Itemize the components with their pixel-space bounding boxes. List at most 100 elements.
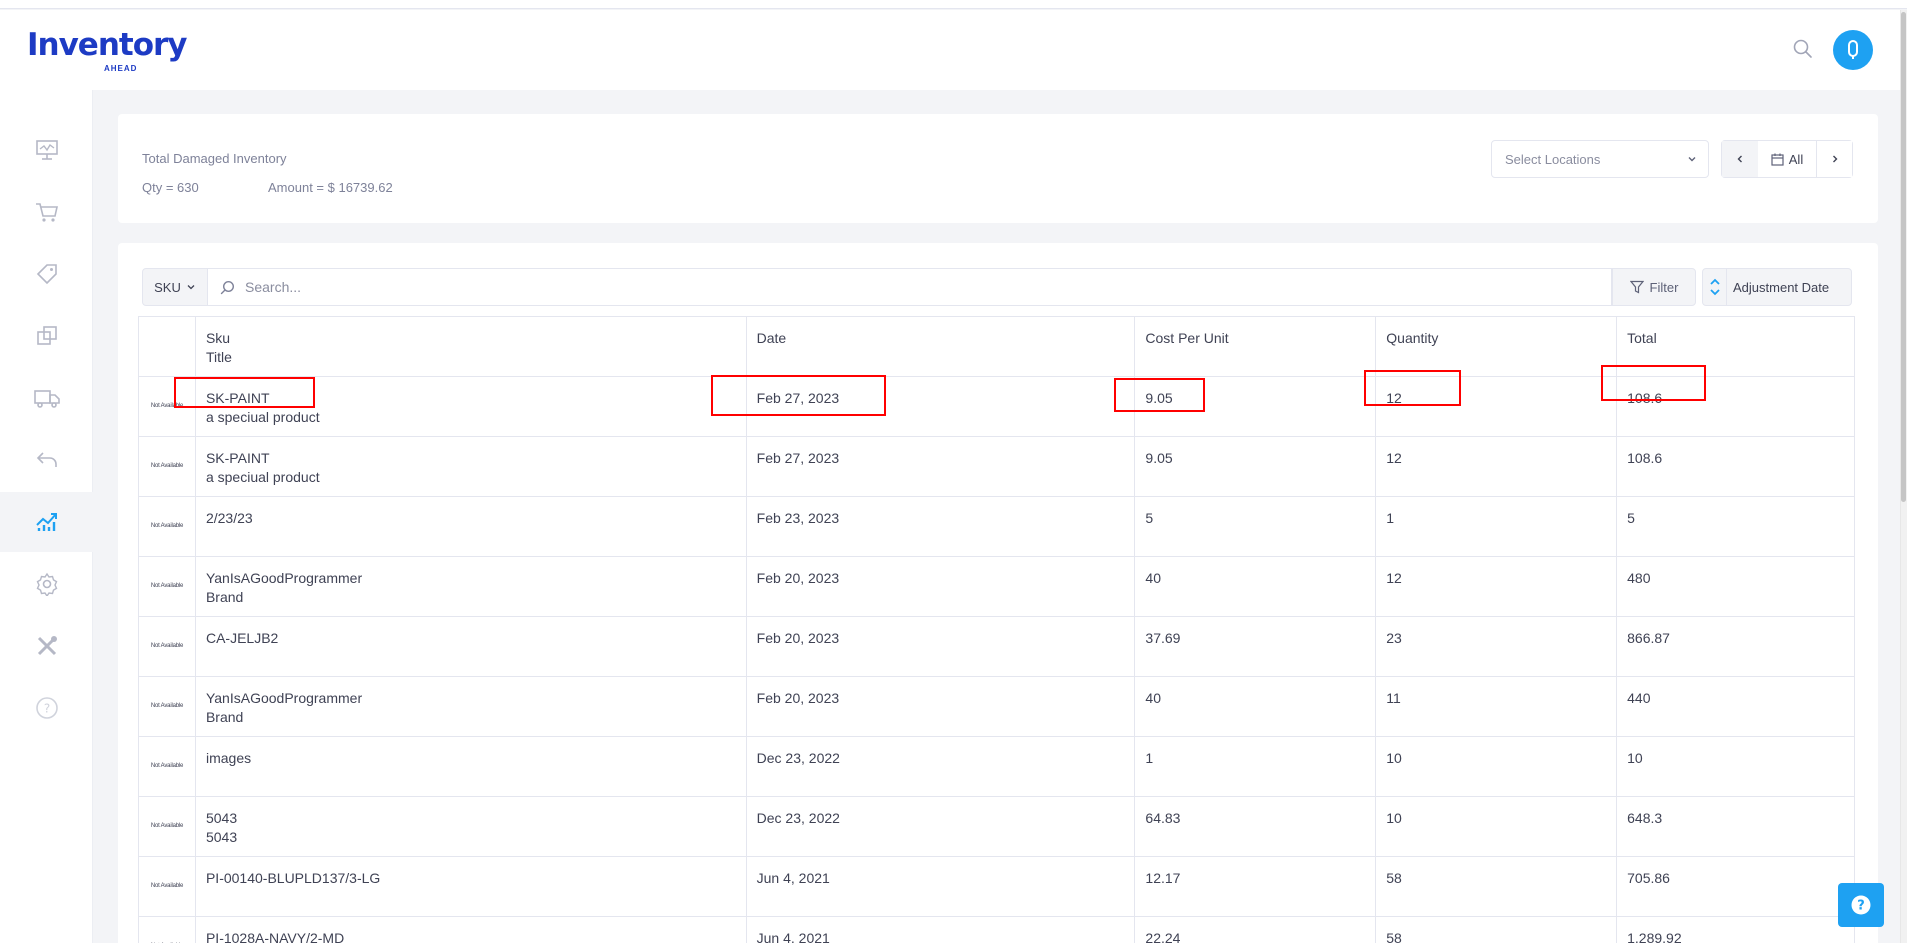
sidebar-item-orders[interactable] bbox=[0, 182, 93, 242]
cell-date: Feb 20, 2023 bbox=[747, 617, 1136, 676]
help-icon: ? bbox=[1851, 895, 1871, 915]
sidebar-item-returns[interactable] bbox=[0, 430, 93, 490]
prev-period-button[interactable] bbox=[1722, 141, 1758, 177]
cell-cost: 9.05 bbox=[1135, 437, 1377, 496]
cell-sku[interactable]: CA-JELJB2 bbox=[206, 629, 736, 648]
period-label: All bbox=[1788, 151, 1804, 167]
header-image bbox=[139, 317, 196, 376]
table-row[interactable]: Not Available SK-PAINT a speciual product F… bbox=[139, 377, 1855, 437]
sidebar-item-products[interactable] bbox=[0, 244, 93, 304]
damaged-inventory-card: SKU Filter Adjustment Date Sku Title Dat… bbox=[118, 243, 1878, 943]
cell-sku[interactable]: SK-PAINT bbox=[206, 389, 736, 408]
product-image-placeholder: Not Available bbox=[139, 617, 196, 676]
table-row[interactable]: Not Available 2/23/23 Feb 23, 2023 5 1 5 bbox=[139, 497, 1855, 557]
product-image-placeholder: Not Available bbox=[139, 377, 196, 436]
header-date[interactable]: Date bbox=[747, 317, 1136, 376]
user-icon bbox=[1848, 40, 1858, 59]
search-icon bbox=[220, 280, 235, 294]
chevron-right-icon bbox=[1832, 155, 1837, 163]
cell-date: Feb 27, 2023 bbox=[747, 377, 1136, 436]
cell-sku-title: images bbox=[196, 737, 747, 796]
settings-icon bbox=[36, 572, 57, 596]
cell-quantity: 12 bbox=[1376, 557, 1618, 616]
cell-date: Feb 20, 2023 bbox=[747, 677, 1136, 736]
cell-title: a speciual product bbox=[205, 469, 320, 485]
brand-logo[interactable]: Inventory AHEAD bbox=[27, 28, 188, 73]
header-total[interactable]: Total bbox=[1617, 317, 1855, 376]
top-header: Inventory AHEAD bbox=[0, 10, 1907, 90]
sidebar-item-dashboard[interactable] bbox=[0, 120, 93, 180]
sort-label: Adjustment Date bbox=[1733, 279, 1830, 295]
cell-sku-title: CA-JELJB2 bbox=[196, 617, 747, 676]
cell-cost: 22.24 bbox=[1135, 917, 1377, 943]
brand-tagline: AHEAD bbox=[104, 64, 138, 73]
page-scrollbar-thumb[interactable] bbox=[1901, 12, 1906, 502]
table-row[interactable]: Not Available PI-00140-BLUPLD137/3-LG Jun … bbox=[139, 857, 1855, 917]
table-row[interactable]: Not Available YanIsAGoodProgrammer Brand Fe… bbox=[139, 557, 1855, 617]
cell-total: 480 bbox=[1617, 557, 1855, 616]
table-row[interactable]: Not Available PI-1028A-NAVY/2-MD Jun 4, 20… bbox=[139, 917, 1855, 943]
product-image-placeholder: Not Available bbox=[139, 857, 196, 916]
cell-total: 648.3 bbox=[1617, 797, 1855, 856]
cell-sku[interactable]: YanIsAGoodProgrammer bbox=[206, 689, 736, 708]
cell-cost: 40 bbox=[1135, 677, 1377, 736]
help-chat-button[interactable]: ? bbox=[1838, 883, 1884, 927]
search-input[interactable] bbox=[245, 279, 1545, 295]
cell-cost: 64.83 bbox=[1135, 797, 1377, 856]
chevron-left-icon bbox=[1737, 155, 1742, 163]
tools-icon bbox=[37, 636, 57, 656]
sidebar-item-settings[interactable] bbox=[0, 554, 93, 614]
filter-button[interactable]: Filter bbox=[1612, 268, 1696, 306]
header-quantity[interactable]: Quantity bbox=[1376, 317, 1618, 376]
table-header-row: Sku Title Date Cost Per Unit Quantity To… bbox=[139, 317, 1855, 377]
search-icon[interactable] bbox=[1792, 38, 1814, 60]
table-row[interactable]: Not Available CA-JELJB2 Feb 20, 2023 37.69 2… bbox=[139, 617, 1855, 677]
header-sku-title[interactable]: Sku Title bbox=[196, 317, 747, 376]
header-cost[interactable]: Cost Per Unit bbox=[1135, 317, 1377, 376]
sidebar-item-inventory[interactable] bbox=[0, 306, 93, 366]
cell-date: Jun 4, 2021 bbox=[747, 917, 1136, 943]
product-image-placeholder: Not Available bbox=[139, 677, 196, 736]
svg-text:?: ? bbox=[43, 702, 49, 716]
next-period-button[interactable] bbox=[1816, 141, 1852, 177]
cell-quantity: 58 bbox=[1376, 917, 1618, 943]
location-select-placeholder: Select Locations bbox=[1505, 151, 1601, 167]
calendar-icon bbox=[1771, 153, 1784, 166]
summary-card: Total Damaged Inventory Qty = 630 Amount… bbox=[118, 114, 1878, 223]
cell-total: 705.86 bbox=[1617, 857, 1855, 916]
sidebar-item-help[interactable]: ? bbox=[0, 678, 93, 738]
help-icon: ? bbox=[35, 697, 58, 719]
cell-sku[interactable]: images bbox=[206, 749, 736, 768]
period-select[interactable]: All bbox=[1758, 141, 1816, 177]
table-row[interactable]: Not Available images Dec 23, 2022 1 10 10 bbox=[139, 737, 1855, 797]
search-field-select[interactable]: SKU bbox=[142, 268, 208, 306]
cell-sku[interactable]: PI-00140-BLUPLD137/3-LG bbox=[206, 869, 736, 888]
cell-sku[interactable]: 2/23/23 bbox=[206, 509, 736, 528]
product-image-placeholder: Not Available bbox=[139, 917, 196, 943]
period-navigator: All bbox=[1721, 140, 1853, 178]
table-row[interactable]: Not Available 5043 5043 Dec 23, 2022 64.83 10… bbox=[139, 797, 1855, 857]
sidebar-item-tools[interactable] bbox=[0, 616, 93, 676]
product-image-placeholder: Not Available bbox=[139, 557, 196, 616]
dashboard-icon bbox=[35, 140, 58, 160]
cell-sku[interactable]: YanIsAGoodProgrammer bbox=[206, 569, 736, 588]
chevron-down-icon bbox=[1688, 157, 1696, 162]
table-row[interactable]: Not Available YanIsAGoodProgrammer Brand Fe… bbox=[139, 677, 1855, 737]
location-select[interactable]: Select Locations bbox=[1491, 140, 1709, 178]
cell-total: 440 bbox=[1617, 677, 1855, 736]
sort-button[interactable]: Adjustment Date bbox=[1702, 268, 1852, 306]
sidebar-item-shipping[interactable] bbox=[0, 368, 93, 428]
filter-icon bbox=[1629, 280, 1644, 294]
cell-sku[interactable]: PI-1028A-NAVY/2-MD bbox=[206, 929, 736, 943]
table-row[interactable]: Not Available SK-PAINT a speciual product F… bbox=[139, 437, 1855, 497]
cell-sku[interactable]: SK-PAINT bbox=[206, 449, 736, 468]
sidebar-item-reports[interactable] bbox=[0, 492, 93, 552]
cell-quantity: 10 bbox=[1376, 797, 1618, 856]
cell-sku-title: YanIsAGoodProgrammer Brand bbox=[196, 557, 747, 616]
cell-total: 10 bbox=[1617, 737, 1855, 796]
cell-total: 866.87 bbox=[1617, 617, 1855, 676]
cell-cost: 12.17 bbox=[1135, 857, 1377, 916]
cell-sku[interactable]: 5043 bbox=[206, 809, 736, 828]
sidebar: ? bbox=[0, 90, 93, 943]
user-avatar[interactable] bbox=[1833, 30, 1873, 70]
